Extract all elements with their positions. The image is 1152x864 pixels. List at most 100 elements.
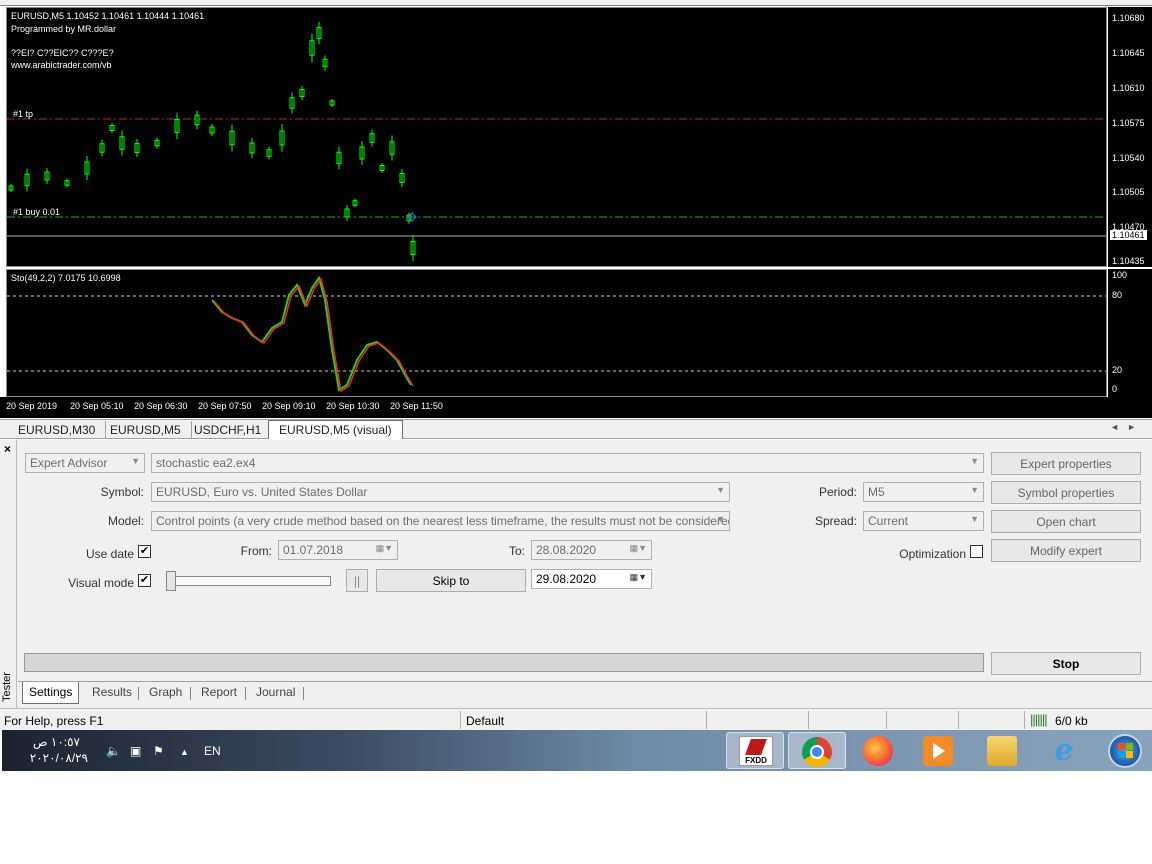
windows-logo-red — [1118, 743, 1125, 750]
volume-icon[interactable]: 🔈 — [106, 744, 121, 758]
taskbar-app-firefox[interactable] — [850, 732, 908, 769]
symbol-label: Symbol: — [100, 485, 144, 499]
price-tick: 1.10505 — [1112, 187, 1145, 197]
taskbar-app-chrome[interactable] — [788, 732, 846, 769]
taskbar-date[interactable]: ٢٠٢٠/٠٨/٢٩ — [22, 751, 88, 765]
action-center-flag-icon[interactable]: ⚑ — [153, 744, 164, 758]
fxdd-logo-text: FXDD — [745, 756, 767, 765]
from-date-value: 01.07.2018 — [283, 543, 344, 557]
firefox-icon — [863, 736, 893, 766]
close-icon[interactable]: × — [4, 442, 11, 456]
visual-speed-slider-track[interactable] — [167, 576, 331, 586]
visual-mode-label: Visual mode — [68, 576, 134, 590]
tab-scroll-arrows[interactable]: ◄► — [1110, 422, 1144, 432]
optimization-label: Optimization — [899, 547, 966, 561]
stop-button[interactable]: Stop — [991, 652, 1141, 675]
chart-programmed-by: Programmed by MR.dollar — [11, 24, 117, 34]
chevron-down-icon: ▼ — [970, 456, 979, 466]
symbol-select[interactable]: EURUSD, Euro vs. United States Dollar ▼ — [151, 482, 730, 502]
expert-properties-button[interactable]: Expert properties — [991, 452, 1141, 475]
period-select[interactable]: M5 ▼ — [863, 482, 984, 502]
tab-graph[interactable]: Graph — [149, 685, 182, 699]
from-date-field[interactable]: 01.07.2018 ▦▼ — [278, 540, 398, 560]
price-chart-svg — [7, 22, 1106, 261]
skip-to-date-field[interactable]: 29.08.2020 ▦▼ — [531, 569, 652, 589]
symbol-properties-button[interactable]: Symbol properties — [991, 481, 1141, 504]
connection-bars-icon: ||||||| — [1030, 712, 1048, 727]
expert-file-value: stochastic ea2.ex4 — [156, 456, 256, 470]
calendar-dropdown-icon: ▦▼ — [629, 572, 647, 582]
open-chart-button[interactable]: Open chart — [991, 510, 1141, 533]
network-icon[interactable]: ▣ — [130, 744, 141, 758]
status-help-text: For Help, press F1 — [4, 714, 104, 728]
expert-file-select[interactable]: stochastic ea2.ex4 ▼ — [151, 453, 984, 473]
taskbar-app-fxdd[interactable]: FXDD — [726, 732, 784, 769]
chevron-down-icon: ▼ — [131, 456, 140, 466]
taskbar-app-media-player[interactable] — [910, 732, 968, 769]
optimization-checkbox[interactable] — [970, 545, 983, 558]
windows-start-button[interactable] — [1094, 732, 1152, 769]
status-divider — [1024, 711, 1025, 729]
to-date-field[interactable]: 28.08.2020 ▦▼ — [531, 540, 652, 560]
taskbar-time[interactable]: ١٠:٥٧ ص — [22, 735, 80, 749]
tab-journal[interactable]: Journal — [256, 685, 295, 699]
show-hidden-icons-arrow[interactable]: ▲ — [180, 747, 189, 757]
model-select[interactable]: Control points (a very crude method base… — [151, 511, 730, 531]
chart-tab-eurusd-m5[interactable]: EURUSD,M5 — [100, 421, 192, 439]
tester-side-bar: × Tester — [0, 440, 17, 708]
modify-expert-button[interactable]: Modify expert — [991, 539, 1141, 562]
windows-logo-blue — [1118, 751, 1125, 758]
use-date-checkbox[interactable]: ✔ — [138, 545, 151, 558]
tab-separator — [245, 687, 246, 700]
skip-to-date-value: 29.08.2020 — [536, 572, 597, 586]
tp-line-label: #1 tp — [13, 109, 34, 119]
price-tick: 1.10435 — [1112, 256, 1145, 266]
stochastic-pane[interactable]: Sto(49,2,2) 7.0175 10.6998 — [6, 269, 1107, 397]
stoch-tick: 100 — [1112, 270, 1128, 280]
price-tick: 1.10645 — [1112, 48, 1145, 58]
price-tick: 1.10575 — [1112, 118, 1145, 128]
taskbar-app-file-explorer[interactable] — [974, 732, 1032, 769]
tester-vertical-title: Tester — [1, 672, 13, 702]
price-chart-pane[interactable]: EURUSD,M5 1.10452 1.10461 1.10444 1.1046… — [6, 7, 1107, 267]
tab-report[interactable]: Report — [201, 685, 237, 699]
price-tick: 1.10540 — [1112, 153, 1145, 163]
chart-symbol-line: EURUSD,M5 1.10452 1.10461 1.10444 1.1046… — [11, 11, 205, 21]
pause-button[interactable]: || — [346, 569, 368, 592]
calendar-dropdown-icon: ▦▼ — [629, 543, 647, 553]
buy-line-label: #1 buy 0.01 — [13, 207, 61, 217]
chart-tab-eurusd-m5-visual[interactable]: EURUSD,M5 (visual) — [268, 420, 403, 439]
chart-window: EURUSD,M5 1.10452 1.10461 1.10444 1.1046… — [0, 0, 1152, 420]
time-tick: 20 Sep 11:50 — [390, 401, 443, 411]
tab-results[interactable]: Results — [92, 685, 132, 699]
price-tick: 1.10610 — [1112, 83, 1145, 93]
stochastic-axis: 100 80 20 0 — [1108, 269, 1152, 397]
status-divider — [886, 711, 887, 729]
to-label: To: — [508, 544, 525, 558]
chart-tab-eurusd-m30[interactable]: EURUSD,M30 — [8, 421, 107, 439]
tab-settings[interactable]: Settings — [22, 682, 80, 704]
calendar-dropdown-icon: ▦▼ — [375, 543, 393, 553]
tab-separator — [303, 687, 304, 700]
chart-tab-usdchf-h1[interactable]: USDCHF,H1 — [184, 421, 273, 439]
status-traffic: 6/0 kb — [1055, 714, 1088, 728]
expert-type-select[interactable]: Expert Advisor ▼ — [25, 453, 145, 473]
taskbar-app-internet-explorer[interactable]: e — [1036, 732, 1094, 769]
status-profile: Default — [466, 714, 505, 728]
tester-tabs: Settings Results Graph Report Journal — [18, 681, 1152, 705]
fxdd-logo-mark — [745, 739, 767, 755]
skip-to-button[interactable]: Skip to — [376, 569, 526, 592]
media-player-icon — [923, 736, 953, 766]
visual-speed-slider-thumb[interactable] — [166, 571, 176, 591]
spread-label: Spread: — [814, 514, 857, 528]
windows-start-icon — [1108, 734, 1142, 768]
model-value: Control points (a very crude method base… — [156, 514, 730, 528]
spread-value: Current — [868, 514, 909, 528]
strategy-tester-panel: × Tester Expert Advisor ▼ stochastic ea2… — [0, 440, 1152, 708]
spread-select[interactable]: Current ▼ — [863, 511, 984, 531]
stoch-tick: 0 — [1112, 384, 1118, 394]
tab-separator — [190, 687, 191, 700]
period-label: Period: — [818, 485, 857, 499]
language-indicator[interactable]: EN — [204, 744, 221, 758]
visual-mode-checkbox[interactable]: ✔ — [138, 574, 151, 587]
